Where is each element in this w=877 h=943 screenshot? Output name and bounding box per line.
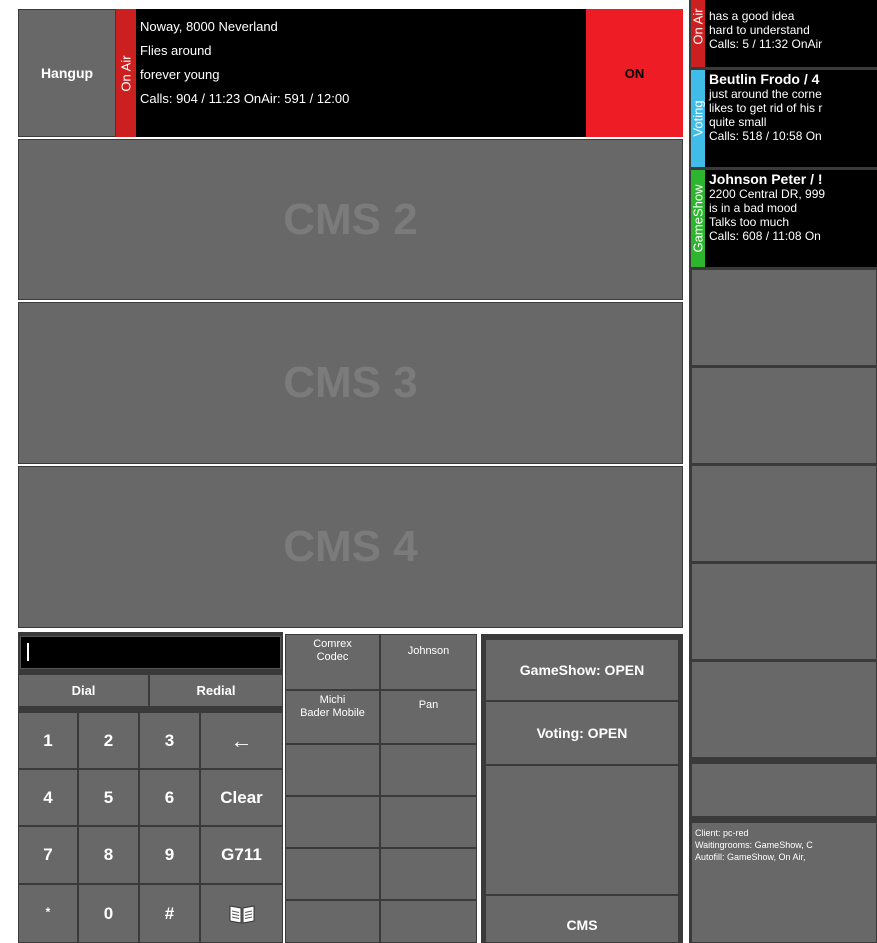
speed-dial-empty[interactable] <box>285 848 380 900</box>
speed-dial-empty[interactable] <box>380 796 477 848</box>
queue-line: hard to understand <box>709 23 810 37</box>
call-queue: On Air has a good idea hard to understan… <box>689 0 877 943</box>
queue-call-info: has a good idea hard to understand Calls… <box>705 0 877 67</box>
caller-stats: Calls: 904 / 11:23 OnAir: 591 / 12:00 <box>140 91 350 106</box>
cms-panel-4[interactable]: CMS 4 <box>18 466 683 628</box>
key-6[interactable]: 6 <box>139 769 200 826</box>
queue-button-empty[interactable] <box>691 763 877 817</box>
queue-line: just around the corne <box>709 87 822 101</box>
waitingrooms-info: Waitingrooms: GameShow, C <box>695 840 813 850</box>
queue-item[interactable]: Voting Beutlin Frodo / 4 just around the… <box>689 70 877 167</box>
on-air-tab-label: On Air <box>118 54 134 92</box>
queue-line: 2200 Central DR, 999 <box>709 187 826 201</box>
g711-codec-key[interactable]: G711 <box>200 826 283 884</box>
cms-panel-3[interactable]: CMS 3 <box>18 302 683 464</box>
speed-dial-comrex-codec[interactable]: Comrex Codec <box>285 634 380 690</box>
queue-item[interactable]: On Air has a good idea hard to understan… <box>689 0 877 67</box>
key-4[interactable]: 4 <box>18 769 78 826</box>
book-icon <box>229 904 254 924</box>
queue-line: is in a bad mood <box>709 201 798 215</box>
on-label: ON <box>624 65 645 81</box>
dialer-panel: Dial Redial 1 2 3 ← 4 5 6 Clear 7 8 9 G7… <box>18 632 283 943</box>
dial-button[interactable]: Dial <box>18 674 149 707</box>
speed-dial-pan[interactable]: Pan <box>380 690 477 744</box>
queue-status-tab: Voting <box>690 70 706 167</box>
queue-slot-empty[interactable] <box>691 563 877 660</box>
key-2[interactable]: 2 <box>78 712 139 769</box>
queue-line: Calls: 5 / 11:32 OnAir <box>709 37 823 51</box>
dial-number-input[interactable] <box>20 636 281 669</box>
speed-dial-johnson[interactable]: Johnson <box>380 634 477 690</box>
queue-status-tab: On Air <box>690 0 706 67</box>
key-9[interactable]: 9 <box>139 826 200 884</box>
key-8[interactable]: 8 <box>78 826 139 884</box>
speed-dial-michi-bader-mobile[interactable]: Michi Bader Mobile <box>285 690 380 744</box>
on-air-toggle-button[interactable]: ON <box>586 9 683 137</box>
key-0[interactable]: 0 <box>78 884 139 943</box>
cms-panel-2[interactable]: CMS 2 <box>18 139 683 300</box>
on-air-status-tab: On Air <box>116 9 136 137</box>
caller-address: Noway, 8000 Neverland <box>140 19 278 34</box>
caller-note-2: forever young <box>140 67 220 82</box>
queue-caller-name: Beutlin Frodo / 4 <box>709 71 820 87</box>
queue-caller-name: Johnson Peter / ! <box>709 171 823 187</box>
phonebook-button[interactable] <box>200 884 283 943</box>
cutoff-line <box>709 0 877 9</box>
caller-note-1: Flies around <box>140 43 212 58</box>
key-5[interactable]: 5 <box>78 769 139 826</box>
key-3[interactable]: 3 <box>139 712 200 769</box>
queue-call-info: Johnson Peter / ! 2200 Central DR, 999 i… <box>705 170 877 267</box>
queue-line: Calls: 608 / 11:08 On <box>709 229 821 243</box>
queue-slot-empty[interactable] <box>691 661 877 758</box>
queue-line: has a good idea <box>709 9 795 23</box>
queue-status-label: Voting <box>690 100 706 137</box>
queue-slot-empty[interactable] <box>691 465 877 562</box>
cms-panel-2-label: CMS 2 <box>283 194 418 244</box>
queue-status-label: GameShow <box>690 184 706 253</box>
queue-line: quite small <box>709 115 767 129</box>
speed-dial-empty[interactable] <box>380 744 477 796</box>
speed-dial-empty[interactable] <box>285 900 380 943</box>
redial-button[interactable]: Redial <box>149 674 283 707</box>
queue-status-label: On Air <box>690 8 706 45</box>
client-name: Client: pc-red <box>695 828 749 838</box>
client-status-box: Client: pc-red Waitingrooms: GameShow, C… <box>691 822 877 943</box>
queue-line: likes to get rid of his r <box>709 101 823 115</box>
text-cursor <box>27 643 29 661</box>
speed-dial-empty[interactable] <box>380 848 477 900</box>
voting-open-button[interactable]: Voting: OPEN <box>485 701 679 765</box>
key-star[interactable]: * <box>18 884 78 943</box>
autofill-info: Autofill: GameShow, On Air, <box>695 852 806 862</box>
queue-item[interactable]: GameShow Johnson Peter / ! 2200 Central … <box>689 170 877 267</box>
queue-slot-empty[interactable] <box>691 269 877 366</box>
cms-panel-3-label: CMS 3 <box>283 358 418 407</box>
speed-dial-empty[interactable] <box>380 900 477 943</box>
queue-line: Calls: 518 / 10:58 On <box>709 129 822 143</box>
actions-panel: GameShow: OPEN Voting: OPEN CMS <box>481 634 683 943</box>
speed-dial-empty[interactable] <box>285 744 380 796</box>
key-hash[interactable]: # <box>139 884 200 943</box>
active-call-row: Hangup On Air Noway, 8000 Neverland Flie… <box>18 9 683 137</box>
key-1[interactable]: 1 <box>18 712 78 769</box>
cms-button[interactable]: CMS <box>485 895 679 943</box>
backspace-key[interactable]: ← <box>200 712 283 769</box>
cms-panel-4-label: CMS 4 <box>283 522 418 571</box>
empty-action-button[interactable] <box>485 765 679 895</box>
gameshow-open-button[interactable]: GameShow: OPEN <box>485 639 679 701</box>
queue-call-info: Beutlin Frodo / 4 just around the corne … <box>705 70 877 167</box>
queue-slot-empty[interactable] <box>691 367 877 464</box>
speed-dial-panel: Comrex Codec Johnson Michi Bader Mobile … <box>285 634 477 943</box>
hangup-button[interactable]: Hangup <box>18 9 116 137</box>
queue-line: Talks too much <box>709 215 790 229</box>
active-call-info[interactable]: Noway, 8000 Neverland Flies around forev… <box>136 9 586 137</box>
speed-dial-empty[interactable] <box>285 796 380 848</box>
queue-status-tab: GameShow <box>690 170 706 267</box>
clear-key[interactable]: Clear <box>200 769 283 826</box>
key-7[interactable]: 7 <box>18 826 78 884</box>
